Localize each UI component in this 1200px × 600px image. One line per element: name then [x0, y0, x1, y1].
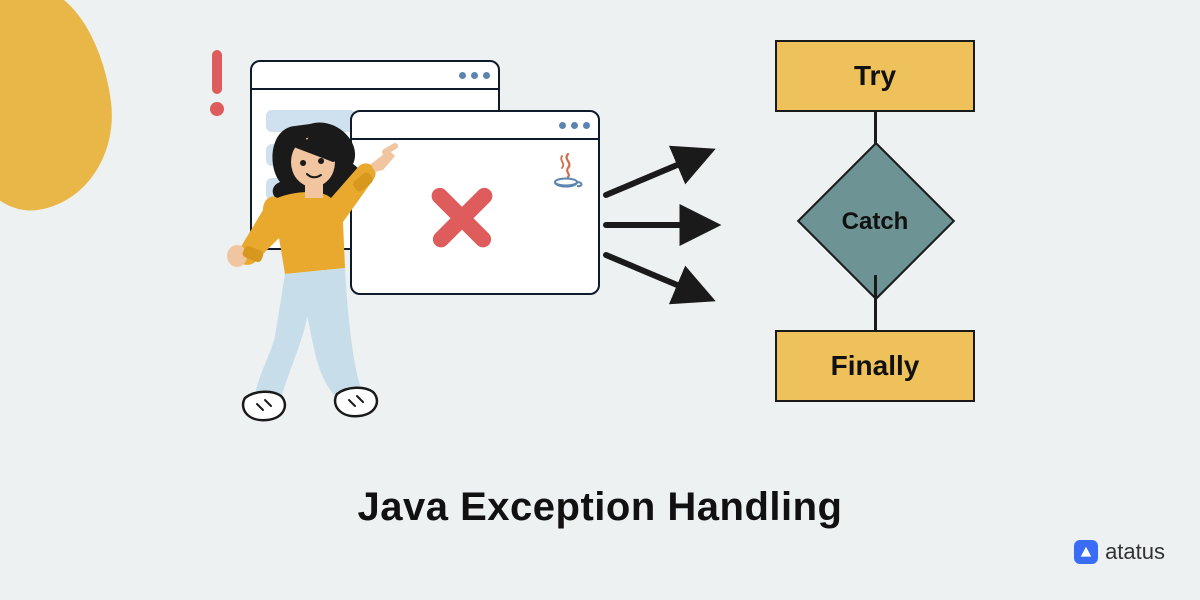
window-dot-icon	[471, 72, 478, 79]
person-illustration	[185, 98, 455, 428]
window-dot-icon	[559, 122, 566, 129]
flowchart: Try Catch Finally	[750, 40, 1000, 410]
flow-label-try: Try	[854, 60, 896, 92]
brand-logo-icon	[1074, 540, 1098, 564]
window-dot-icon	[483, 72, 490, 79]
flow-label-finally: Finally	[831, 350, 920, 382]
page-title: Java Exception Handling	[0, 485, 1200, 530]
window-back-titlebar	[252, 62, 498, 90]
window-dot-icon	[571, 122, 578, 129]
window-dot-icon	[583, 122, 590, 129]
three-arrows-icon	[598, 140, 723, 310]
window-dot-icon	[459, 72, 466, 79]
java-cup-icon	[548, 152, 588, 192]
flow-box-try: Try	[775, 40, 975, 112]
brand-name: atatus	[1105, 539, 1165, 565]
decorative-blob	[0, 0, 125, 220]
error-illustration	[200, 50, 600, 410]
brand: atatus	[1074, 539, 1165, 565]
flow-label-catch: Catch	[750, 208, 1000, 236]
flow-connector	[874, 275, 877, 330]
flow-box-finally: Finally	[775, 330, 975, 402]
